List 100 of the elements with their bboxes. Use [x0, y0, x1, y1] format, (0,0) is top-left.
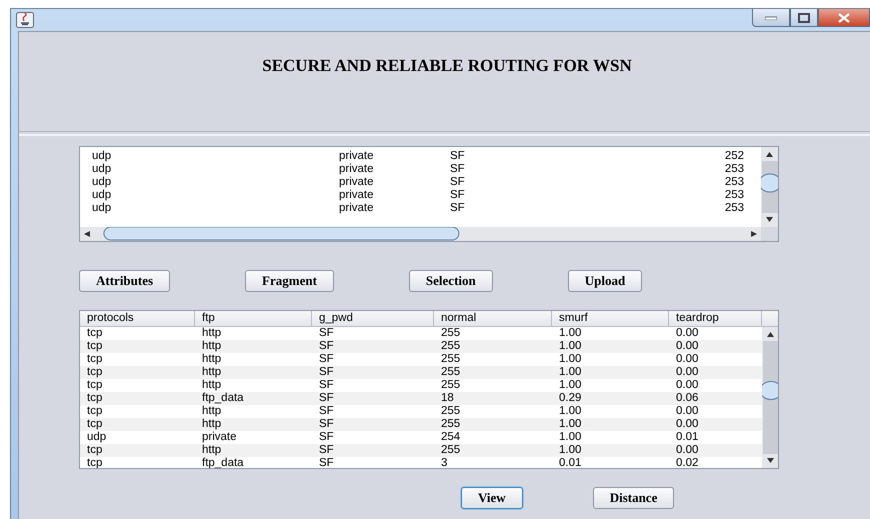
table-cell-text: tcp — [86, 366, 104, 379]
table-cell-text: SF — [318, 418, 335, 431]
table-cell-text: 1.00 — [558, 444, 582, 457]
maximize-button[interactable] — [790, 9, 818, 27]
table-cell-text: 0.29 — [558, 392, 582, 405]
table-cell-text: udp — [86, 431, 108, 444]
column-header[interactable]: g_pwd — [312, 311, 434, 327]
list-cell-text: private — [339, 202, 375, 215]
table-cell-text: SF — [318, 366, 335, 379]
table-cell-text: tcp — [86, 392, 104, 405]
table-cell-text: 255 — [440, 353, 462, 366]
list-cell-text: udp — [92, 176, 112, 189]
table-row[interactable]: tcp http SF 255 1.00 0.00 — [80, 340, 762, 353]
table-cell-text: 255 — [440, 379, 462, 392]
table-cell-text: 18 — [440, 392, 455, 405]
table-cell-text: 254 — [440, 431, 462, 444]
table-cell-text: http — [201, 366, 222, 379]
table-cell-text: ftp_data — [201, 392, 245, 405]
column-header[interactable]: ftp — [195, 311, 312, 327]
table-cell-text: SF — [318, 405, 335, 418]
table-cell-text: 0.00 — [675, 353, 700, 366]
table-cell-text: 0.00 — [675, 327, 700, 340]
table-cell-text: 0.01 — [675, 431, 700, 444]
table-cell-text: 255 — [440, 405, 462, 418]
table-cell-text: 1.00 — [558, 431, 582, 444]
table-cell-text: 0.00 — [675, 379, 700, 392]
list-cell-text: private — [339, 163, 375, 176]
table-cell-text: http — [201, 418, 222, 431]
table-cell-text: 255 — [440, 444, 462, 457]
table-cell-text: tcp — [86, 405, 104, 418]
java-cup-icon — [16, 12, 34, 28]
column-header[interactable]: teardrop — [669, 311, 762, 327]
table-row[interactable]: tcp http SF 255 1.00 0.00 — [80, 444, 762, 457]
table-cell-text: 255 — [440, 366, 462, 379]
table-cell-text: 1.00 — [558, 353, 582, 366]
table-cell-text: 1.00 — [558, 340, 582, 353]
distance-button[interactable]: Distance — [592, 487, 674, 509]
table-cell-text: tcp — [86, 444, 104, 457]
list-cell-text: SF — [450, 202, 466, 215]
list-cell-text: 253 — [724, 189, 744, 202]
action-button[interactable]: Fragment — [245, 270, 334, 292]
horizontal-scrollbar[interactable] — [80, 227, 761, 241]
table-cell-text: tcp — [86, 353, 104, 366]
list-cell-text: SF — [450, 189, 466, 202]
list-cell-text: 252 — [724, 150, 744, 163]
column-header[interactable]: normal — [434, 311, 552, 327]
maximize-icon — [798, 12, 810, 22]
table-cell-text: 1.00 — [558, 418, 582, 431]
table-cell-text: private — [201, 431, 238, 444]
list-cell-text: private — [339, 176, 375, 189]
minimize-button[interactable] — [752, 9, 790, 27]
list-cell-text: 253 — [724, 176, 744, 189]
table-cell-text: tcp — [86, 327, 104, 340]
table-cell-text: 0.00 — [675, 366, 700, 379]
column-header[interactable]: protocols — [80, 311, 195, 327]
table-cell-text: 0.00 — [675, 444, 700, 457]
column-header[interactable]: smurf — [552, 311, 669, 327]
list-cell-text: SF — [450, 163, 466, 176]
list-cell-text: private — [339, 189, 375, 202]
vertical-scrollbar[interactable] — [762, 327, 778, 468]
table-cell-text: 0.00 — [675, 418, 700, 431]
table-cell-text: SF — [318, 353, 335, 366]
table-cell-text: SF — [318, 340, 335, 353]
table-cell-text: 255 — [440, 327, 462, 340]
table-cell-text: 0.00 — [675, 340, 700, 353]
table-cell-text: 0.06 — [675, 392, 700, 405]
list-cell-text: udp — [92, 189, 112, 202]
table-row[interactable]: tcp ftp_data SF 18 0.29 0.06 — [80, 392, 762, 405]
header-corner — [762, 311, 778, 327]
close-button[interactable] — [818, 9, 870, 27]
table-row[interactable]: tcp http SF 255 1.00 0.00 — [80, 366, 762, 379]
list-cell-text: udp — [92, 202, 112, 215]
table-cell-text: http — [201, 327, 222, 340]
close-icon — [837, 12, 851, 22]
list-cell-text: udp — [92, 150, 112, 163]
table-cell-text: http — [201, 405, 222, 418]
table-cell-text: SF — [318, 444, 335, 457]
table-cell-text: 0.02 — [675, 457, 700, 468]
table-cell-text: 0.00 — [675, 405, 700, 418]
list-cell-text: udp — [92, 163, 112, 176]
table-cell-text: tcp — [86, 418, 104, 431]
table-cell-text: SF — [318, 457, 335, 468]
view-button[interactable]: View — [461, 487, 523, 509]
table-cell-text: SF — [318, 327, 335, 340]
list-cell-text: SF — [450, 176, 466, 189]
table-row[interactable]: tcp http SF 255 1.00 0.00 — [80, 418, 762, 431]
table-cell-text: http — [201, 379, 222, 392]
table-cell-text: http — [201, 353, 222, 366]
table-cell-text: SF — [318, 379, 335, 392]
list-cell-text: 253 — [724, 163, 744, 176]
table-cell-text: 1.00 — [558, 405, 582, 418]
vertical-scrollbar[interactable] — [761, 147, 778, 227]
action-button[interactable]: Selection — [408, 270, 493, 292]
action-button[interactable]: Attributes — [79, 270, 170, 292]
action-button[interactable]: Upload — [568, 270, 642, 292]
minimize-icon — [765, 16, 777, 20]
table-cell-text: 3 — [440, 457, 448, 468]
table-cell-text: 255 — [440, 340, 462, 353]
table-cell-text: 1.00 — [558, 379, 582, 392]
table-cell-text: SF — [318, 431, 335, 444]
